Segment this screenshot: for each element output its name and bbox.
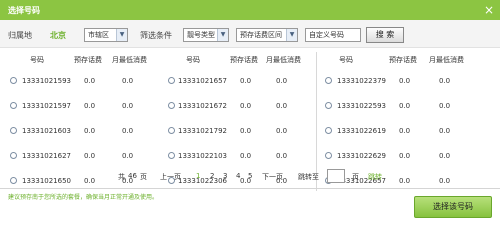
chevron-down-icon: ▼ xyxy=(286,29,297,41)
min-fee-value: 0.0 xyxy=(276,127,288,135)
prepay-value: 0.0 xyxy=(399,152,411,160)
divider xyxy=(0,188,500,189)
phone-number: 13331021792 xyxy=(178,127,227,135)
min-fee-value: 0.0 xyxy=(439,152,451,160)
total-prefix: 共 xyxy=(118,173,125,181)
prepay-value: 0.0 xyxy=(240,127,252,135)
min-fee-value: 0.0 xyxy=(122,152,134,160)
number-row[interactable]: 13331021657 0.0 0.0 xyxy=(166,71,326,91)
radio-button[interactable] xyxy=(168,152,175,159)
number-row[interactable]: 13331021672 0.0 0.0 xyxy=(166,96,326,116)
phone-number: 13331022379 xyxy=(337,77,386,85)
select-number-button[interactable]: 选择该号码 xyxy=(414,196,492,218)
filter-bar: 归属地 北京 市辖区 ▼ 筛选条件 靓号类型 ▼ 预存话费区间 ▼ 自定义号码 … xyxy=(0,20,500,48)
phone-number: 13331021657 xyxy=(178,77,227,85)
min-fee-value: 0.0 xyxy=(276,102,288,110)
number-row[interactable]: 13331021597 0.0 0.0 xyxy=(8,96,168,116)
page-link-5[interactable]: 5 xyxy=(248,172,252,180)
radio-button[interactable] xyxy=(168,77,175,84)
radio-button[interactable] xyxy=(325,77,332,84)
number-row[interactable]: 13331022593 0.0 0.0 xyxy=(317,96,476,116)
number-row[interactable]: 13331022629 0.0 0.0 xyxy=(317,146,476,166)
page-link-3[interactable]: 3 xyxy=(223,172,227,180)
dialog-titlebar: 选择号码 × xyxy=(0,0,500,20)
phone-number: 13331021597 xyxy=(22,102,71,110)
min-fee-value: 0.0 xyxy=(439,77,451,85)
radio-button[interactable] xyxy=(325,152,332,159)
prepay-value: 0.0 xyxy=(84,77,96,85)
number-row[interactable]: 13331022379 0.0 0.0 xyxy=(317,71,476,91)
phone-number: 13331022629 xyxy=(337,152,386,160)
radio-button[interactable] xyxy=(10,127,17,134)
min-fee-value: 0.0 xyxy=(122,102,134,110)
prepay-value: 0.0 xyxy=(399,127,411,135)
min-fee-value: 0.0 xyxy=(122,127,134,135)
city-label: 北京 xyxy=(50,31,66,40)
column-header: 号码 预存话费 月最低消费 xyxy=(30,56,147,64)
total-suffix: 页 xyxy=(140,173,147,181)
chevron-down-icon: ▼ xyxy=(116,29,127,41)
page-link-2[interactable]: 2 xyxy=(210,172,214,180)
prepay-value: 0.0 xyxy=(399,77,411,85)
radio-button[interactable] xyxy=(168,127,175,134)
page-link-1[interactable]: 1 xyxy=(196,172,200,180)
prepay-value: 0.0 xyxy=(84,152,96,160)
jump-label: 跳转至 xyxy=(298,173,319,181)
total-pages: 46 xyxy=(128,172,137,180)
phone-number: 13331022619 xyxy=(337,127,386,135)
radio-button[interactable] xyxy=(10,77,17,84)
page-unit: 页 xyxy=(352,173,359,181)
prepay-value: 0.0 xyxy=(240,77,252,85)
column-header: 号码 预存话费 月最低消费 xyxy=(339,56,464,64)
radio-button[interactable] xyxy=(325,102,332,109)
district-select[interactable]: 市辖区 ▼ xyxy=(84,28,128,42)
number-row[interactable]: 13331021603 0.0 0.0 xyxy=(8,121,168,141)
radio-button[interactable] xyxy=(168,102,175,109)
fee-select[interactable]: 预存话费区间 ▼ xyxy=(236,28,298,42)
min-fee-value: 0.0 xyxy=(276,152,288,160)
phone-number: 13331021593 xyxy=(22,77,71,85)
radio-button[interactable] xyxy=(10,152,17,159)
prepay-value: 0.0 xyxy=(240,102,252,110)
number-row[interactable]: 13331022619 0.0 0.0 xyxy=(317,121,476,141)
page-link-4[interactable]: 4 xyxy=(236,172,240,180)
chevron-down-icon: ▼ xyxy=(217,29,228,41)
pagination: 共 46 页 上一页 1 2 3 4 5 下一页 跳转至 页 跳转 xyxy=(0,169,500,184)
radio-button[interactable] xyxy=(325,127,332,134)
prepay-value: 0.0 xyxy=(84,127,96,135)
column-header: 号码 预存话费 月最低消费 xyxy=(186,56,301,64)
prepay-value: 0.0 xyxy=(240,152,252,160)
region-label: 归属地 xyxy=(8,31,32,40)
min-fee-value: 0.0 xyxy=(122,77,134,85)
filter-label: 筛选条件 xyxy=(140,31,172,40)
pattern-select[interactable]: 靓号类型 ▼ xyxy=(183,28,229,42)
min-fee-value: 0.0 xyxy=(439,102,451,110)
phone-number: 13331022103 xyxy=(178,152,227,160)
number-row[interactable]: 13331021627 0.0 0.0 xyxy=(8,146,168,166)
close-icon[interactable]: × xyxy=(482,3,496,17)
search-button[interactable]: 搜 索 xyxy=(366,27,404,43)
page-jump-input[interactable] xyxy=(327,169,345,183)
min-fee-value: 0.0 xyxy=(439,127,451,135)
pattern-select-value: 靓号类型 xyxy=(187,31,215,39)
custom-number-input[interactable]: 自定义号码 xyxy=(305,28,361,42)
min-fee-value: 0.0 xyxy=(276,77,288,85)
district-select-value: 市辖区 xyxy=(88,31,109,39)
dialog-title: 选择号码 xyxy=(8,6,40,15)
jump-button[interactable]: 跳转 xyxy=(368,172,382,182)
phone-number: 13331021627 xyxy=(22,152,71,160)
phone-number: 13331022593 xyxy=(337,102,386,110)
phone-number: 13331021672 xyxy=(178,102,227,110)
phone-number: 13331021603 xyxy=(22,127,71,135)
number-row[interactable]: 13331021792 0.0 0.0 xyxy=(166,121,326,141)
next-page-link[interactable]: 下一页 xyxy=(262,172,283,182)
prepay-tip: 建议预存南于您所选的套餐，确保当月正常开通及使用。 xyxy=(8,194,159,201)
radio-button[interactable] xyxy=(10,102,17,109)
number-row[interactable]: 13331021593 0.0 0.0 xyxy=(8,71,168,91)
prepay-value: 0.0 xyxy=(84,102,96,110)
fee-select-value: 预存话费区间 xyxy=(240,31,282,39)
number-row[interactable]: 13331022103 0.0 0.0 xyxy=(166,146,326,166)
prev-page-link[interactable]: 上一页 xyxy=(160,172,181,182)
prepay-value: 0.0 xyxy=(399,102,411,110)
